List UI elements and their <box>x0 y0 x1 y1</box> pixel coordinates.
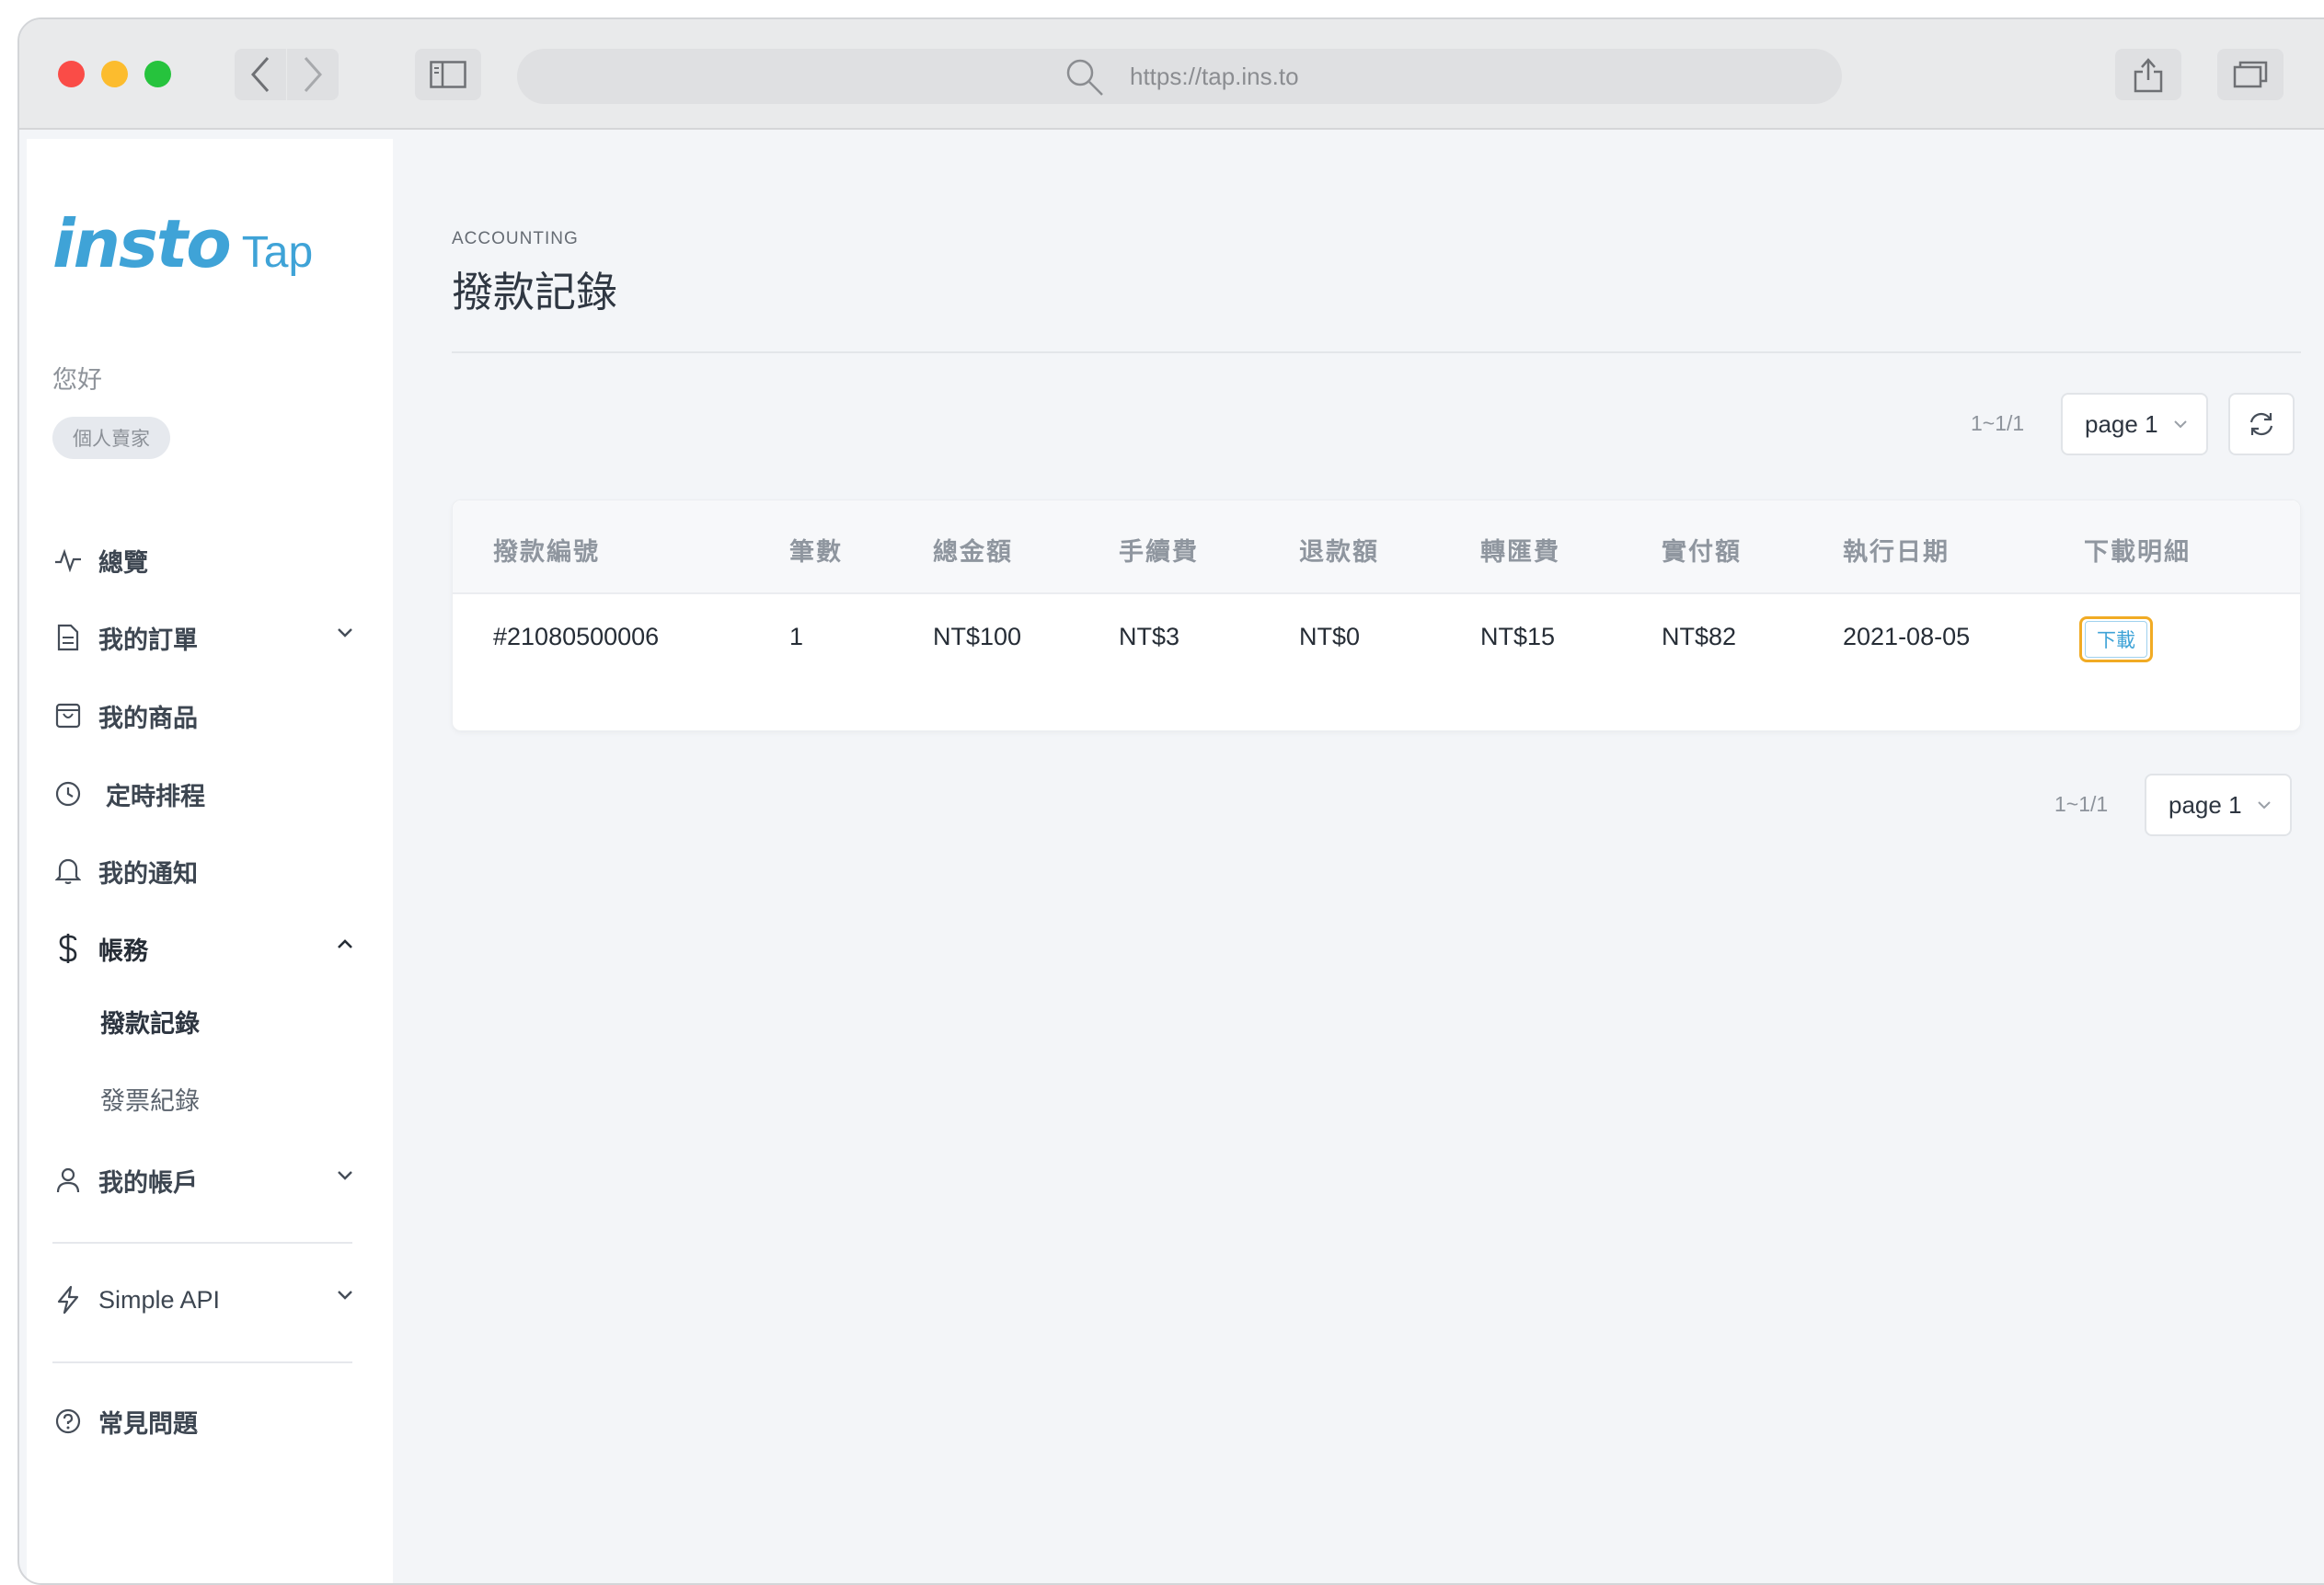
role-badge: 個人賣家 <box>52 417 170 459</box>
refresh-button[interactable] <box>2228 393 2295 455</box>
clock-icon <box>52 778 84 810</box>
sidebar-item-label: 常見問題 <box>98 1409 198 1439</box>
sidebar-subitem-invoice-records[interactable]: 發票紀錄 <box>100 1081 200 1117</box>
sidebar-item-accounting[interactable]: 帳務 <box>52 921 354 976</box>
sidebar-item-label: 我的商品 <box>98 704 198 733</box>
sidebar-item-label: 我的訂單 <box>98 626 198 655</box>
paid-cell: NT$82 <box>1662 623 1737 650</box>
sidebar-item-faq[interactable]: 常見問題 <box>52 1394 354 1449</box>
browser-window: https://tap.ins.to insto Tap 您好 個人賣家 總覽 … <box>17 17 2324 1585</box>
forward-button[interactable] <box>287 49 339 100</box>
page-select-bottom[interactable]: page 1 <box>2145 774 2292 836</box>
sidebar-item-label: 定時排程 <box>106 782 205 811</box>
shopping-bag-icon <box>52 700 84 731</box>
column-header: 下載明細 <box>2084 538 2191 567</box>
sidebar-item-label: 帳務 <box>98 936 148 966</box>
sidebar-item-label: 我的通知 <box>98 859 198 889</box>
table-header: 撥款編號 筆數 總金額 手續費 退款額 轉匯費 實付額 執行日期 下載明細 <box>453 500 2300 594</box>
minimize-window-button[interactable] <box>101 61 128 87</box>
pagination-range-top: 1~1/1 <box>1971 411 2025 435</box>
page-title: 撥款記錄 <box>452 268 618 316</box>
lightning-icon <box>52 1284 84 1315</box>
sidebar-item-schedule[interactable]: 定時排程 <box>52 766 354 821</box>
share-icon <box>2134 58 2163 93</box>
pagination-range-bottom: 1~1/1 <box>2054 792 2109 816</box>
sidebar-item-products[interactable]: 我的商品 <box>52 688 354 743</box>
sidebar-item-orders[interactable]: 我的訂單 <box>52 610 354 665</box>
sidebar-icon <box>430 61 466 88</box>
user-icon <box>52 1165 84 1196</box>
document-icon <box>52 622 84 653</box>
sidebar-divider <box>52 1242 352 1244</box>
zoom-window-button[interactable] <box>144 61 171 87</box>
chevron-down-icon <box>338 1171 352 1180</box>
column-header: 實付額 <box>1662 538 1742 567</box>
download-button[interactable]: 下載 <box>2079 616 2153 662</box>
logo-wordmark: insto <box>52 205 232 282</box>
logo-product-name: Tap <box>241 228 314 277</box>
payout-id-cell: #21080500006 <box>493 623 660 650</box>
chevron-down-icon <box>338 1291 352 1300</box>
column-header: 撥款編號 <box>493 538 600 567</box>
column-header: 退款額 <box>1299 538 1379 567</box>
refund-cell: NT$0 <box>1299 623 1361 650</box>
column-header: 執行日期 <box>1843 538 1950 567</box>
section-eyebrow: ACCOUNTING <box>452 229 579 248</box>
address-bar[interactable]: https://tap.ins.to <box>517 49 1842 104</box>
sidebar-item-label: 我的帳戶 <box>98 1168 198 1198</box>
user-greeting: 您好 <box>52 366 102 395</box>
chevron-down-icon <box>2258 801 2271 810</box>
chevron-left-icon <box>250 57 270 92</box>
back-button[interactable] <box>235 49 286 100</box>
sidebar-subitem-payout-records[interactable]: 撥款記錄 <box>100 1004 200 1039</box>
page-select-value: page 1 <box>2085 409 2158 438</box>
page-select-value: page 1 <box>2169 790 2242 819</box>
search-icon <box>1066 59 1103 96</box>
tabs-overview-button[interactable] <box>2217 49 2284 100</box>
payout-table: 撥款編號 筆數 總金額 手續費 退款額 轉匯費 實付額 執行日期 下載明細 #2… <box>452 500 2301 731</box>
sidebar-item-simple-api[interactable]: Simple API <box>52 1272 354 1327</box>
chevron-down-icon <box>338 628 352 637</box>
download-label: 下載 <box>2097 629 2135 651</box>
download-button-inner: 下載 <box>2085 621 2147 658</box>
sidebar-item-overview[interactable]: 總覽 <box>52 533 354 588</box>
chevron-right-icon <box>304 57 323 92</box>
sidebar-item-label: 總覽 <box>98 548 148 578</box>
column-header: 筆數 <box>789 538 843 567</box>
address-url[interactable]: https://tap.ins.to <box>1130 63 1299 91</box>
title-divider <box>452 351 2301 353</box>
chevron-down-icon <box>2174 420 2187 429</box>
column-header: 總金額 <box>933 538 1013 567</box>
tabs-icon <box>2233 61 2268 88</box>
chevron-up-icon <box>338 939 352 948</box>
app-sidebar: insto Tap 您好 個人賣家 總覽 我的訂單 我的商品 定時排程 我的通知… <box>27 139 393 1583</box>
page-select-top[interactable]: page 1 <box>2061 393 2208 455</box>
date-cell: 2021-08-05 <box>1843 623 1971 650</box>
transfer-fee-cell: NT$15 <box>1480 623 1556 650</box>
sidebar-item-label: Simple API <box>98 1285 221 1314</box>
sidebar-divider <box>52 1361 352 1363</box>
sidebar-toggle-button[interactable] <box>415 49 481 100</box>
activity-icon <box>52 545 84 576</box>
close-window-button[interactable] <box>58 61 85 87</box>
column-header: 手續費 <box>1119 538 1199 567</box>
sidebar-item-notifications[interactable]: 我的通知 <box>52 844 354 899</box>
sidebar-item-account[interactable]: 我的帳戶 <box>52 1153 354 1208</box>
total-cell: NT$100 <box>933 623 1022 650</box>
dollar-icon <box>52 933 84 964</box>
bell-icon <box>52 856 84 887</box>
insto-tap-logo[interactable]: insto Tap <box>52 205 313 282</box>
share-button[interactable] <box>2115 49 2181 100</box>
refresh-icon <box>2249 412 2273 436</box>
fee-cell: NT$3 <box>1119 623 1180 650</box>
count-cell: 1 <box>789 623 804 650</box>
main-content: ACCOUNTING 撥款記錄 1~1/1 page 1 撥款編號 筆數 總金額… <box>393 139 2324 1583</box>
help-circle-icon <box>52 1406 84 1437</box>
column-header: 轉匯費 <box>1480 538 1560 567</box>
browser-toolbar: https://tap.ins.to <box>19 19 2324 130</box>
